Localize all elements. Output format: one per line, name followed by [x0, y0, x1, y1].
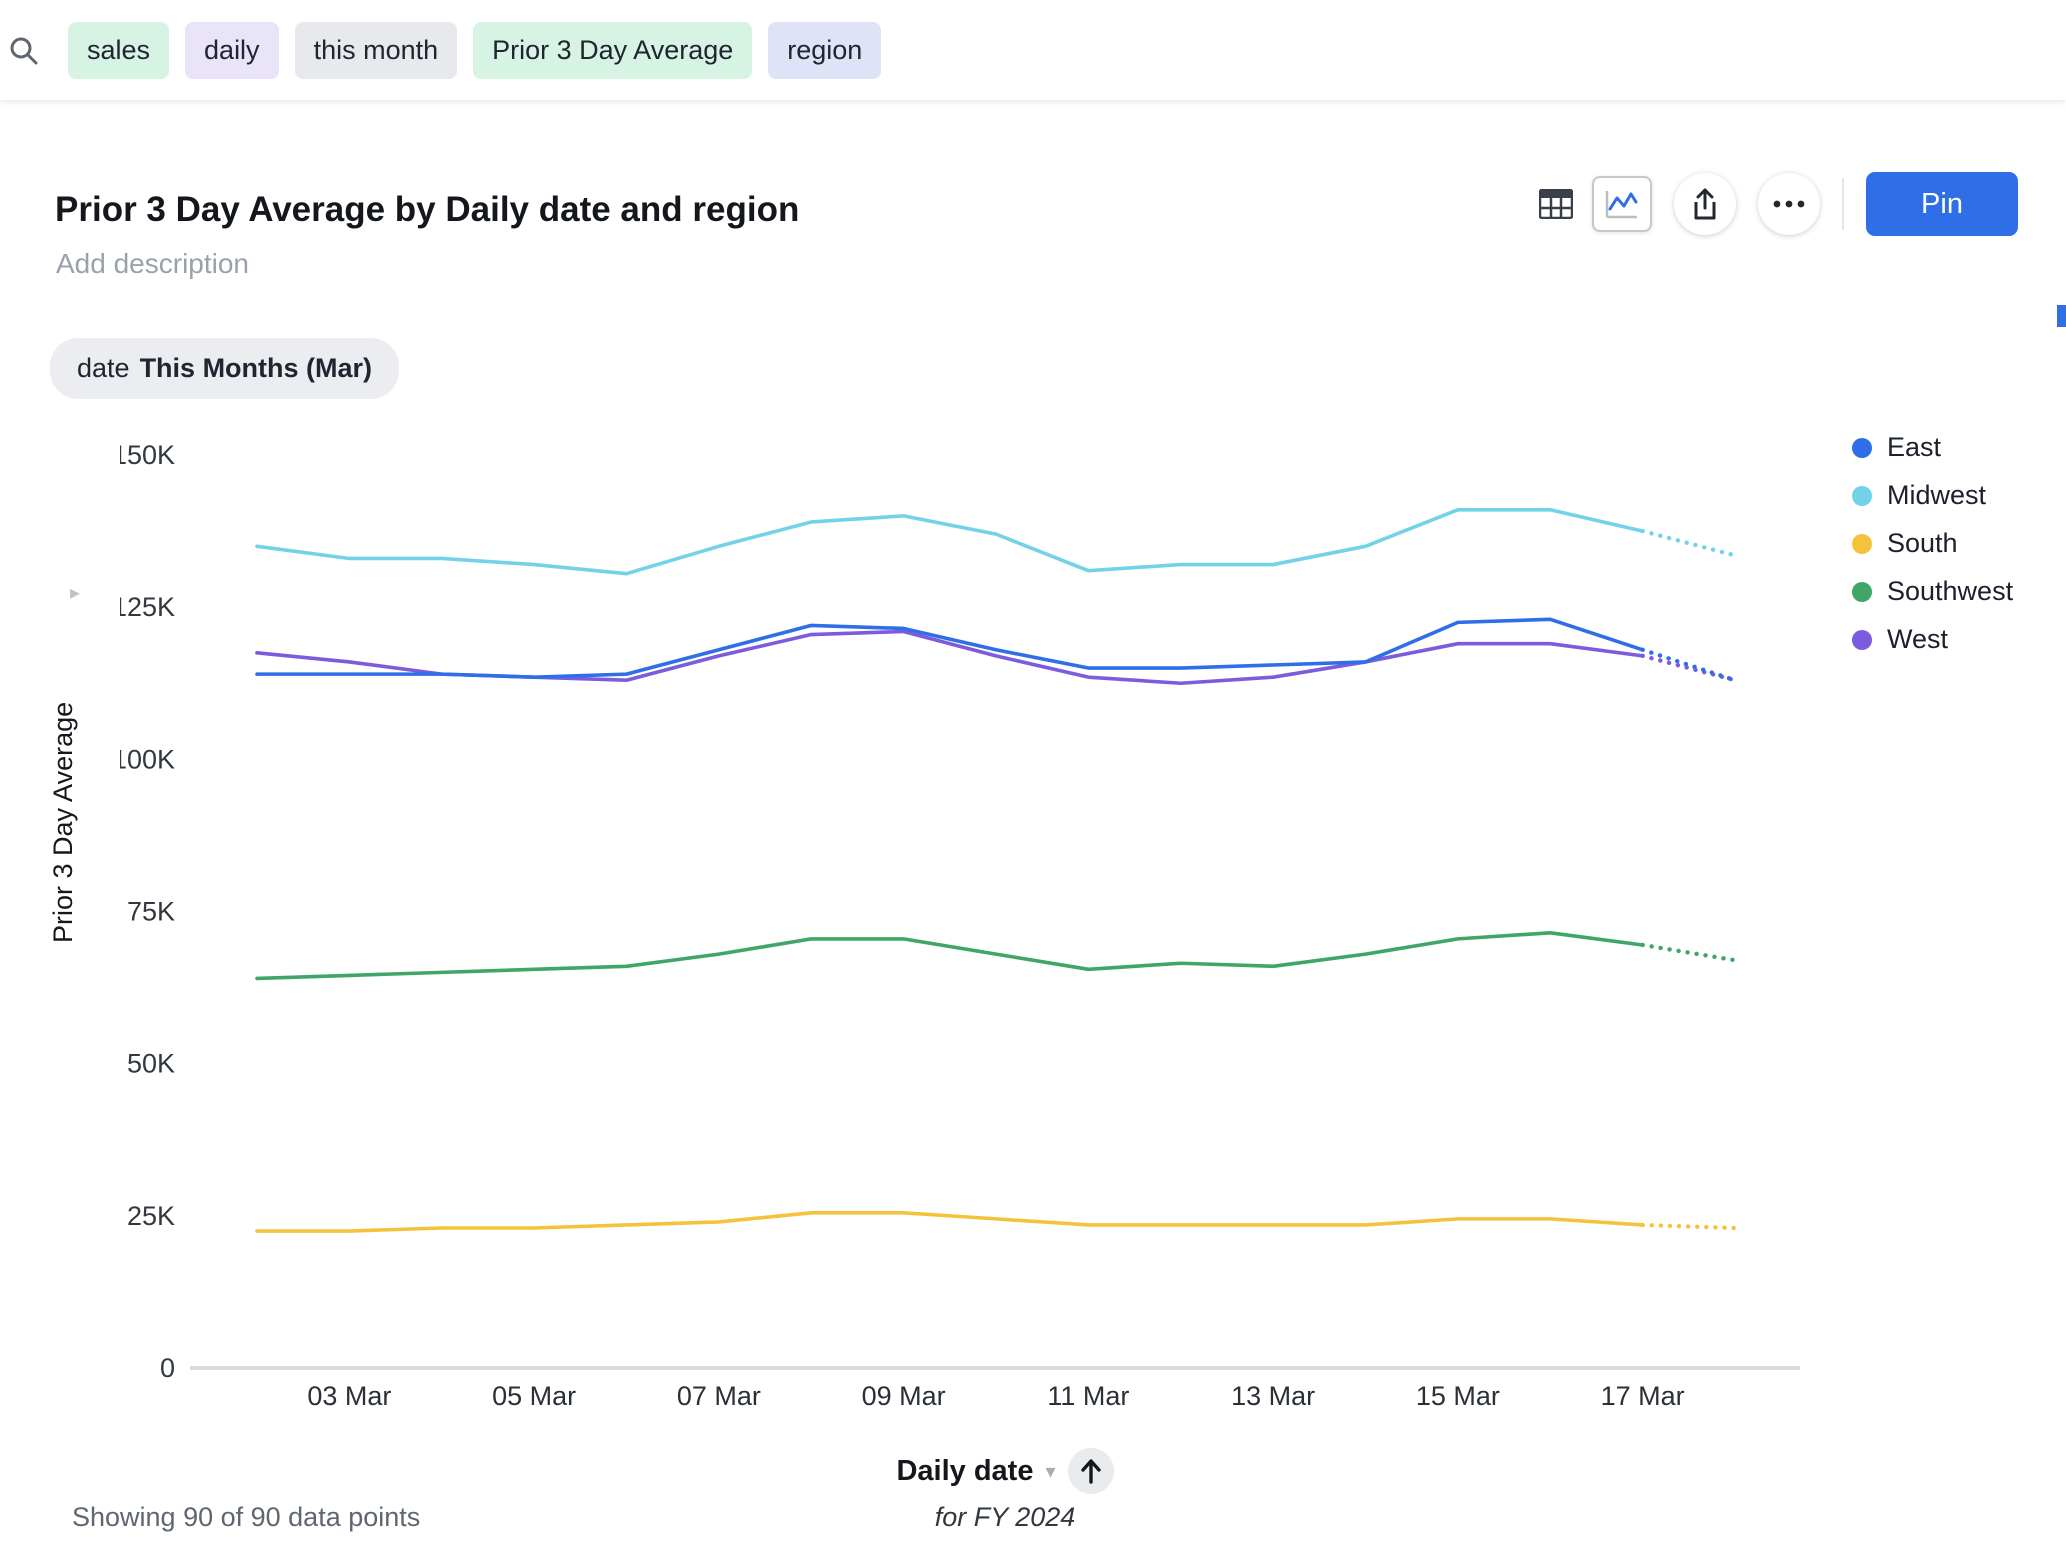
legend-item[interactable]: Southwest [1852, 576, 2013, 607]
date-filter-chip[interactable]: date This Months (Mar) [50, 338, 399, 399]
x-tick-label: 11 Mar [1047, 1381, 1129, 1411]
page-title: Prior 3 Day Average by Daily date and re… [55, 190, 799, 230]
series-line-forecast-south [1643, 1225, 1735, 1228]
y-tick-label: 125K [120, 592, 175, 622]
search-token[interactable]: Prior 3 Day Average [473, 22, 752, 79]
filter-chip-value: This Months (Mar) [140, 353, 372, 384]
legend-swatch [1852, 582, 1872, 602]
y-tick-label: 0 [160, 1353, 175, 1383]
page: sales daily this month Prior 3 Day Average r… [0, 0, 2066, 1544]
legend-swatch [1852, 534, 1872, 554]
legend-item[interactable]: West [1852, 624, 2013, 655]
legend-item[interactable]: South [1852, 528, 2013, 559]
legend-label: East [1887, 432, 1941, 463]
legend-swatch [1852, 630, 1872, 650]
y-tick-label: 50K [127, 1049, 175, 1079]
legend-item[interactable]: East [1852, 432, 2013, 463]
series-line-midwest [257, 510, 1643, 574]
x-axis-label[interactable]: Daily date [896, 1455, 1033, 1488]
x-tick-label: 17 Mar [1601, 1381, 1685, 1411]
search-token[interactable]: sales [68, 22, 169, 79]
line-chart[interactable]: 0 25K 50K 75K 100K 125K 150K 03 Mar 05 Mar 07 Mar… [120, 430, 1820, 1445]
pin-button[interactable]: Pin [1866, 172, 2018, 236]
sort-ascending-button[interactable] [1068, 1448, 1114, 1494]
x-tick-label: 09 Mar [862, 1381, 946, 1411]
legend-item[interactable]: Midwest [1852, 480, 2013, 511]
legend-label: South [1887, 528, 1958, 559]
series-line-forecast-midwest [1643, 531, 1735, 555]
add-description-placeholder[interactable]: Add description [56, 248, 249, 280]
y-tick-label: 25K [127, 1201, 175, 1231]
series-line-southwest [257, 933, 1643, 979]
y-tick-label: 75K [127, 897, 175, 927]
y-tick-label: 150K [120, 440, 175, 470]
chevron-down-icon[interactable]: ▾ [1045, 1459, 1055, 1484]
search-token[interactable]: this month [295, 22, 458, 79]
share-button[interactable] [1674, 173, 1736, 235]
search-icon [8, 35, 38, 65]
arrow-up-icon [1080, 1458, 1102, 1484]
series-line-forecast-east [1643, 650, 1735, 680]
line-chart-icon [1605, 189, 1639, 219]
x-tick-label: 13 Mar [1231, 1381, 1315, 1411]
y-tick-label: 100K [120, 744, 175, 774]
x-axis-control: Daily date ▾ for FY 2024 [505, 1448, 1505, 1533]
axis-expand-icon[interactable]: ▸ [70, 580, 80, 605]
x-tick-label: 15 Mar [1416, 1381, 1500, 1411]
x-tick-label: 03 Mar [307, 1381, 391, 1411]
status-text: Showing 90 of 90 data points [72, 1502, 420, 1533]
search-token[interactable]: daily [185, 22, 279, 79]
series-line-forecast-southwest [1643, 945, 1735, 960]
table-view-button[interactable] [1526, 176, 1586, 232]
view-toggle [1526, 176, 1652, 232]
series-line-south [257, 1213, 1643, 1231]
x-tick-label: 07 Mar [677, 1381, 761, 1411]
chart-view-button[interactable] [1592, 176, 1652, 232]
y-axis-title: Prior 3 Day Average [48, 612, 79, 1032]
share-icon [1690, 187, 1720, 221]
search-token[interactable]: region [768, 22, 881, 79]
table-icon [1539, 189, 1573, 219]
filter-chip-prefix: date [77, 353, 130, 384]
ellipsis-icon [1772, 199, 1806, 209]
toolbar: Pin [1526, 172, 2018, 236]
search-token-row: sales daily this month Prior 3 Day Average r… [68, 22, 881, 79]
more-options-button[interactable] [1758, 173, 1820, 235]
search-bar[interactable]: sales daily this month Prior 3 Day Average r… [0, 0, 2066, 100]
scroll-indicator[interactable] [2057, 305, 2066, 327]
x-axis-sublabel: for FY 2024 [935, 1502, 1076, 1533]
legend-swatch [1852, 486, 1872, 506]
legend-swatch [1852, 438, 1872, 458]
chart-legend: East Midwest South Southwest West [1852, 432, 2013, 672]
x-tick-label: 05 Mar [492, 1381, 576, 1411]
legend-label: Southwest [1887, 576, 2013, 607]
legend-label: West [1887, 624, 1948, 655]
legend-label: Midwest [1887, 480, 1986, 511]
toolbar-divider [1842, 178, 1844, 230]
